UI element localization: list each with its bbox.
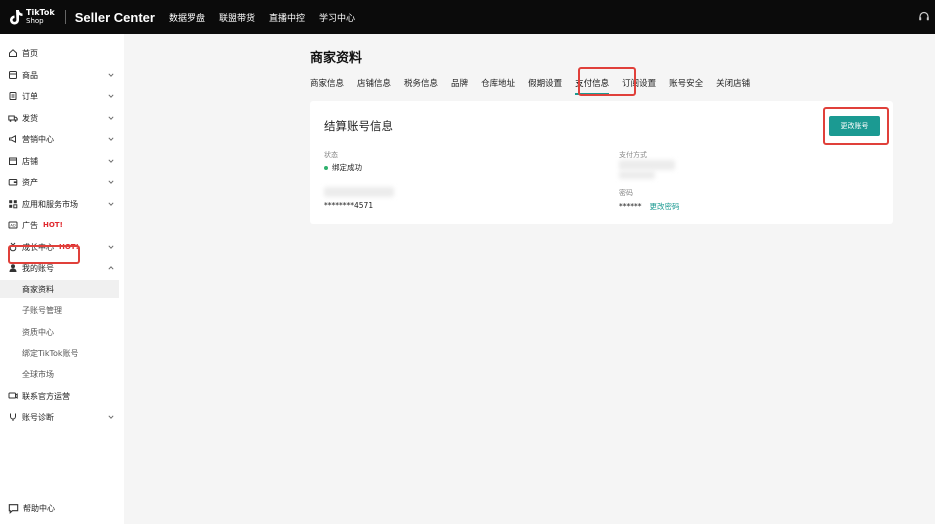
sidebar-item-home[interactable]: 首页 <box>0 44 124 62</box>
sidebar-item-store[interactable]: 店铺 <box>0 152 124 170</box>
sidebar-item-label: 发货 <box>22 113 38 123</box>
sidebar-item-label: 商品 <box>22 70 38 80</box>
diagnosis-icon <box>10 413 16 421</box>
chevron-down-icon <box>108 94 114 98</box>
tab-holiday-settings[interactable]: 假期设置 <box>528 77 562 89</box>
nav-live-console[interactable]: 直播中控 <box>269 11 305 24</box>
tab-warehouse-address[interactable]: 仓库地址 <box>481 77 515 89</box>
tab-close-store[interactable]: 关闭店铺 <box>716 77 750 89</box>
redacted-payment-method-detail <box>619 171 655 179</box>
nav-affiliate[interactable]: 联盟带货 <box>219 11 255 24</box>
password-label: 密码 <box>619 189 633 197</box>
password-row: ****** 更改密码 <box>619 201 680 212</box>
nav-data-compass[interactable]: 数据罗盘 <box>169 11 205 24</box>
status-label: 状态 <box>324 151 338 159</box>
chevron-down-icon <box>108 137 114 141</box>
user-icon <box>9 264 17 272</box>
nav-learning-center[interactable]: 学习中心 <box>319 11 355 24</box>
status-text: 绑定成功 <box>332 163 362 172</box>
highlight-box-payment-tab <box>578 67 636 96</box>
tab-store-info[interactable]: 店铺信息 <box>357 77 391 89</box>
sidebar-item-label: 资产 <box>22 177 38 187</box>
status-value: 绑定成功 <box>324 162 362 173</box>
header-divider <box>64 10 66 24</box>
wallet-icon <box>8 179 18 186</box>
sidebar-item-label: 我的账号 <box>22 263 54 273</box>
sidebar-item-label: 首页 <box>22 48 38 58</box>
sidebar-item-label: 店铺 <box>22 156 38 166</box>
brand-title: Seller Center <box>74 9 155 25</box>
chevron-down-icon <box>108 116 114 120</box>
profile-tabs: 商家信息 店铺信息 税务信息 品牌 仓库地址 假期设置 支付信息 订阅设置 账号… <box>310 77 763 95</box>
top-bar: TikTok Shop Seller Center 数据罗盘 联盟带货 直播中控… <box>0 0 935 34</box>
settlement-account-card: 结算账号信息 更改账号 状态 绑定成功 支付方式 ********4571 密码… <box>310 101 893 224</box>
sidebar-item-shipping[interactable]: 发货 <box>0 109 124 127</box>
chevron-down-icon <box>108 415 114 419</box>
sidebar-sub-qualification-center[interactable]: 资质中心 <box>0 323 119 341</box>
chevron-down-icon <box>108 180 114 184</box>
store-icon <box>9 157 17 165</box>
sidebar-item-label: 联系官方运营 <box>22 391 70 401</box>
sidebar-sub-bind-tiktok-account[interactable]: 绑定TikTok账号 <box>0 344 119 362</box>
chevron-down-icon <box>108 202 114 206</box>
chevron-down-icon <box>108 73 114 77</box>
status-dot <box>324 166 328 170</box>
sidebar-item-label: 营销中心 <box>22 134 54 144</box>
home-icon <box>9 49 17 57</box>
redacted-payment-method <box>619 160 675 170</box>
redacted-account-name <box>324 187 394 197</box>
sidebar-item-ads[interactable]: AD 广告 HOT! <box>0 216 124 234</box>
sidebar: 首页 商品 订单 发货 营销中心 店铺 资产 应用和服务市场 AD 广告 HOT… <box>0 34 124 524</box>
top-nav: 数据罗盘 联盟带货 直播中控 学习中心 <box>169 11 355 24</box>
password-value: ****** <box>619 202 642 211</box>
support-headset-icon[interactable] <box>918 11 930 23</box>
sidebar-item-orders[interactable]: 订单 <box>0 87 124 105</box>
tab-merchant-info[interactable]: 商家信息 <box>310 77 344 89</box>
tab-tax-info[interactable]: 税务信息 <box>404 77 438 89</box>
sidebar-item-label: 广告 <box>22 220 38 230</box>
shipping-icon <box>8 115 18 122</box>
sidebar-item-contact-official[interactable]: 联系官方运营 <box>0 387 124 405</box>
sidebar-item-marketing[interactable]: 营销中心 <box>0 130 124 148</box>
megaphone-icon <box>9 134 16 144</box>
sidebar-item-account-diagnosis[interactable]: 账号诊断 <box>0 408 124 426</box>
highlight-box-merchant-profile <box>8 245 80 264</box>
sidebar-item-label: 应用和服务市场 <box>22 199 78 209</box>
order-icon <box>9 92 17 100</box>
chevron-down-icon <box>108 245 114 249</box>
contact-icon <box>8 392 18 399</box>
logo-line2: Shop <box>26 17 44 25</box>
hot-badge: HOT! <box>43 221 63 229</box>
help-center-link[interactable]: 帮助中心 <box>8 503 55 514</box>
account-number: ********4571 <box>324 201 374 210</box>
tiktok-shop-logo[interactable]: TikTok Shop <box>9 9 55 25</box>
tab-brand[interactable]: 品牌 <box>451 77 468 89</box>
apps-icon <box>9 200 18 209</box>
payment-method-label: 支付方式 <box>619 151 647 159</box>
help-center-label: 帮助中心 <box>23 504 55 513</box>
ad-icon: AD <box>8 221 18 229</box>
change-password-link[interactable]: 更改密码 <box>650 202 680 211</box>
tab-account-security[interactable]: 账号安全 <box>669 77 703 89</box>
sidebar-item-assets[interactable]: 资产 <box>0 173 124 191</box>
tiktok-logo-icon <box>10 10 23 25</box>
sidebar-sub-global-market[interactable]: 全球市场 <box>0 365 119 383</box>
logo-line1: TikTok <box>26 8 55 17</box>
chevron-up-icon <box>108 266 114 270</box>
sidebar-item-label: 订单 <box>22 91 38 101</box>
sidebar-item-products[interactable]: 商品 <box>0 66 124 84</box>
sidebar-item-label: 账号诊断 <box>22 412 54 422</box>
chevron-down-icon <box>108 159 114 163</box>
product-icon <box>9 71 17 79</box>
sidebar-item-app-market[interactable]: 应用和服务市场 <box>0 195 124 213</box>
help-chat-icon <box>8 504 19 514</box>
highlight-box-change-account <box>823 107 889 145</box>
sidebar-sub-subaccount-management[interactable]: 子账号管理 <box>0 301 119 319</box>
page-title: 商家资料 <box>310 51 363 66</box>
card-title: 结算账号信息 <box>324 119 393 133</box>
sidebar-sub-merchant-profile[interactable]: 商家资料 <box>0 280 119 298</box>
svg-text:AD: AD <box>10 224 15 228</box>
